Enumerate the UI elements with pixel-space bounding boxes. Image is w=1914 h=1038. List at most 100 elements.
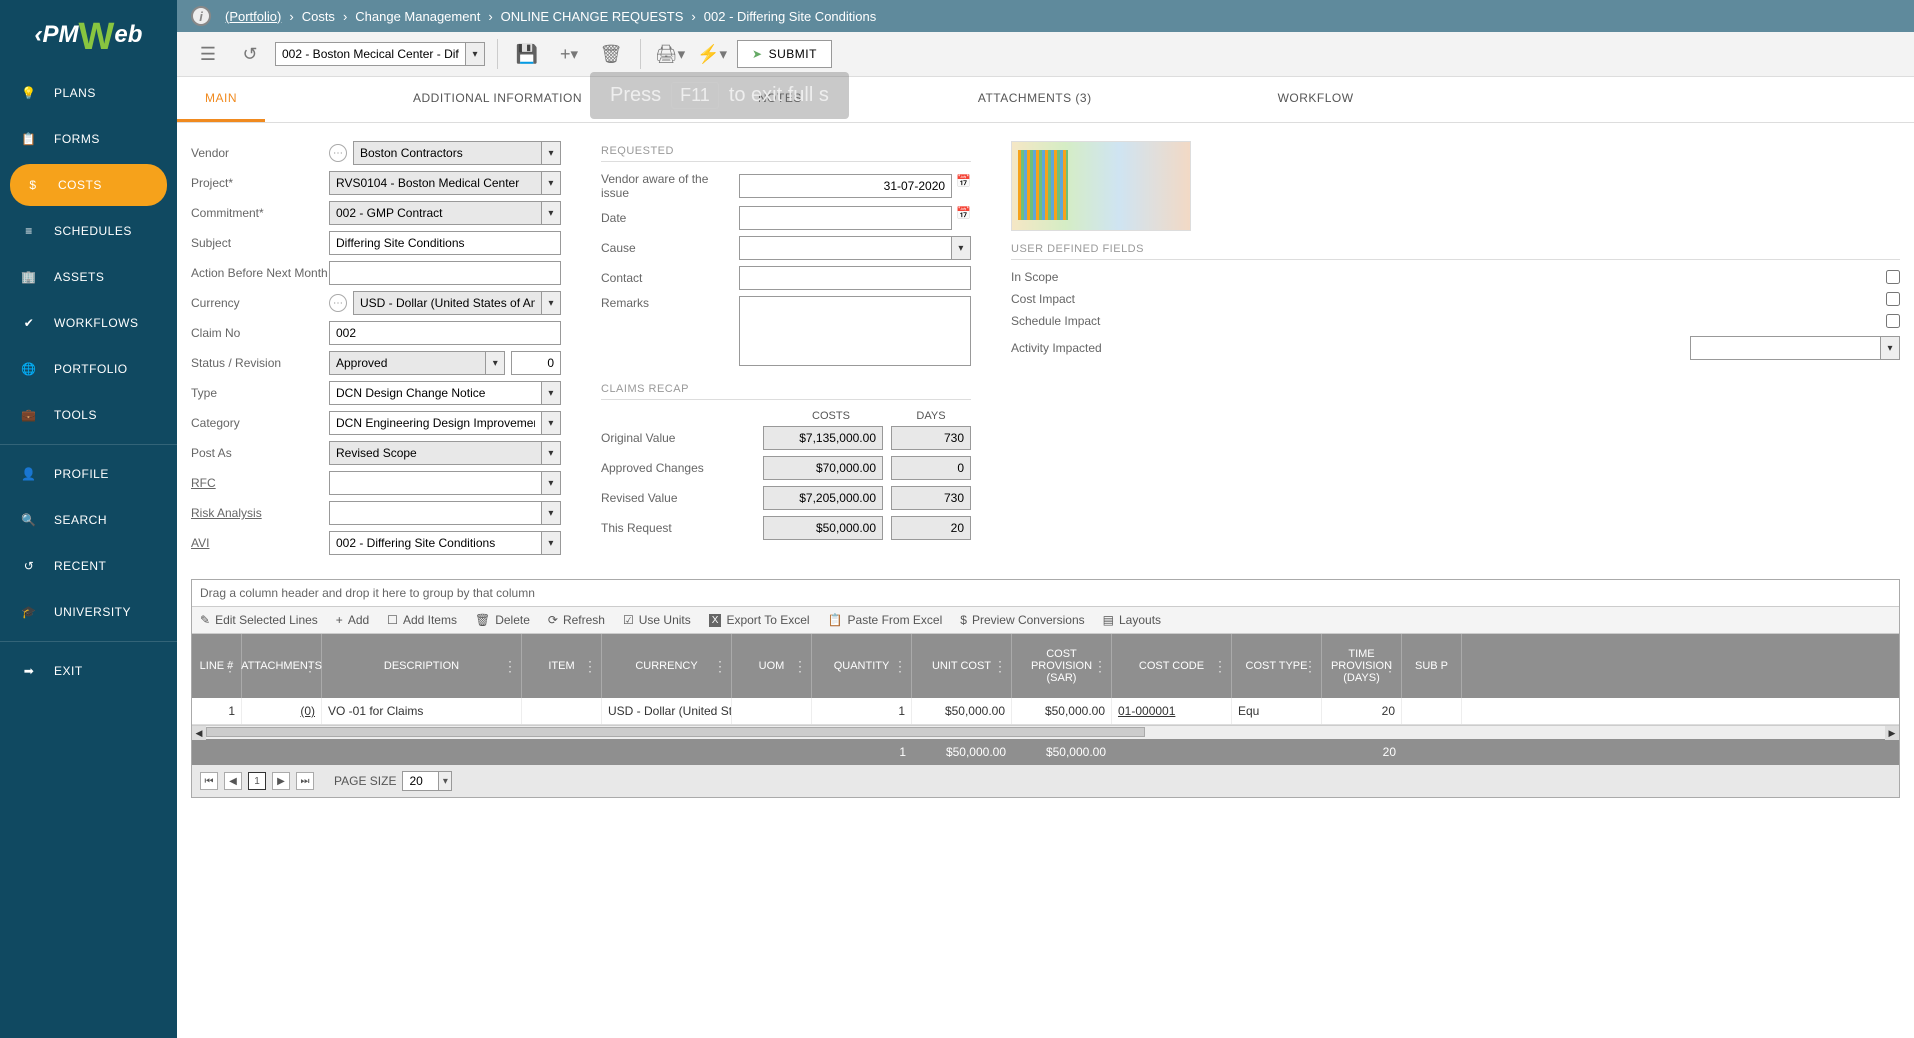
cost-impact-checkbox[interactable]	[1886, 292, 1900, 306]
sidebar-item-costs[interactable]: $COSTS	[10, 164, 167, 206]
risk-field[interactable]	[329, 501, 541, 525]
cell-attachments[interactable]: (0)	[242, 698, 322, 724]
col-sub[interactable]: SUB P	[1402, 634, 1462, 698]
bolt-icon[interactable]: ⚡▾	[695, 38, 729, 70]
pager-prev-icon[interactable]: ◀	[224, 772, 242, 790]
type-field[interactable]	[329, 381, 541, 405]
save-icon[interactable]: 💾	[510, 38, 544, 70]
avi-field[interactable]	[329, 531, 541, 555]
pager-next-icon[interactable]: ▶	[272, 772, 290, 790]
chevron-down-icon[interactable]: ▾	[541, 471, 561, 495]
preview-conversions-button[interactable]: $Preview Conversions	[960, 613, 1084, 627]
col-unit-cost[interactable]: UNIT COST⋮	[912, 634, 1012, 698]
chevron-down-icon[interactable]: ▾	[541, 441, 561, 465]
edit-lines-button[interactable]: ✎Edit Selected Lines	[200, 613, 318, 627]
col-cost-provision[interactable]: COST PROVISION (SAR)⋮	[1012, 634, 1112, 698]
col-item[interactable]: ITEM⋮	[522, 634, 602, 698]
col-attachments[interactable]: ATTACHMENTS⋮	[242, 634, 322, 698]
in-scope-checkbox[interactable]	[1886, 270, 1900, 284]
pager-last-icon[interactable]: ⏭	[296, 772, 314, 790]
sidebar-item-search[interactable]: 🔍SEARCH	[0, 497, 177, 543]
contact-field[interactable]	[739, 266, 971, 290]
tab-workflow[interactable]: WORKFLOW	[1250, 77, 1382, 122]
chevron-down-icon[interactable]: ▾	[541, 141, 561, 165]
col-quantity[interactable]: QUANTITY⋮	[812, 634, 912, 698]
record-selector-input[interactable]	[275, 42, 465, 66]
sidebar-item-tools[interactable]: 💼TOOLS	[0, 392, 177, 438]
post-as-field[interactable]	[329, 441, 541, 465]
tab-main[interactable]: MAIN	[177, 77, 265, 122]
activity-impacted-field[interactable]	[1690, 336, 1880, 360]
chevron-down-icon[interactable]: ▾	[541, 501, 561, 525]
delete-button[interactable]: 🗑Delete	[475, 613, 530, 627]
col-cost-code[interactable]: COST CODE⋮	[1112, 634, 1232, 698]
tab-attachments[interactable]: ATTACHMENTS (3)	[950, 77, 1120, 122]
remarks-field[interactable]	[739, 296, 971, 366]
sidebar-item-schedules[interactable]: ≡SCHEDULES	[0, 208, 177, 254]
breadcrumb-root[interactable]: (Portfolio)	[225, 9, 281, 24]
sidebar-item-recent[interactable]: ↺RECENT	[0, 543, 177, 589]
paste-excel-button[interactable]: 📋Paste From Excel	[828, 613, 943, 627]
chevron-down-icon[interactable]: ▾	[951, 236, 971, 260]
cause-field[interactable]	[739, 236, 951, 260]
subject-field[interactable]	[329, 231, 561, 255]
col-cost-type[interactable]: COST TYPE⋮	[1232, 634, 1322, 698]
chevron-down-icon[interactable]: ▾	[541, 291, 561, 315]
ellipsis-icon[interactable]: ⋯	[329, 294, 347, 312]
status-field[interactable]	[329, 351, 485, 375]
submit-button[interactable]: ➤SUBMIT	[737, 40, 832, 68]
project-field[interactable]	[329, 171, 541, 195]
sidebar-item-profile[interactable]: 👤PROFILE	[0, 451, 177, 497]
category-field[interactable]	[329, 411, 541, 435]
chevron-down-icon[interactable]: ▾	[1880, 336, 1900, 360]
calendar-icon[interactable]: 📅	[956, 206, 971, 230]
sidebar-item-plans[interactable]: 💡PLANS	[0, 70, 177, 116]
sidebar-item-portfolio[interactable]: 🌐PORTFOLIO	[0, 346, 177, 392]
print-icon[interactable]: 🖨▾	[653, 38, 687, 70]
scroll-left-icon[interactable]: ◀	[192, 726, 206, 740]
dashboard-thumbnail[interactable]	[1011, 141, 1191, 231]
claim-no-field[interactable]	[329, 321, 561, 345]
add-button[interactable]: +Add	[336, 613, 369, 627]
chevron-down-icon[interactable]: ▾	[465, 42, 485, 66]
action-before-field[interactable]	[329, 261, 561, 285]
date-field[interactable]	[739, 206, 952, 230]
layouts-button[interactable]: ▤Layouts	[1103, 613, 1161, 627]
scroll-right-icon[interactable]: ▶	[1885, 726, 1899, 740]
sidebar-item-forms[interactable]: 📋FORMS	[0, 116, 177, 162]
cell-cost-code[interactable]: 01-000001	[1112, 698, 1232, 724]
col-line[interactable]: LINE #⋮	[192, 634, 242, 698]
breadcrumb-ocr[interactable]: ONLINE CHANGE REQUESTS	[501, 9, 684, 24]
sidebar-item-workflows[interactable]: ✔WORKFLOWS	[0, 300, 177, 346]
col-uom[interactable]: UOM⋮	[732, 634, 812, 698]
chevron-down-icon[interactable]: ▾	[541, 381, 561, 405]
vendor-aware-field[interactable]	[739, 174, 952, 198]
sched-impact-checkbox[interactable]	[1886, 314, 1900, 328]
rfc-field[interactable]	[329, 471, 541, 495]
sidebar-item-university[interactable]: 🎓UNIVERSITY	[0, 589, 177, 635]
chevron-down-icon[interactable]: ▾	[541, 411, 561, 435]
chevron-down-icon[interactable]: ▾	[541, 171, 561, 195]
export-excel-button[interactable]: XExport To Excel	[709, 613, 810, 627]
breadcrumb-change-mgmt[interactable]: Change Management	[355, 9, 480, 24]
use-units-toggle[interactable]: ☑Use Units	[623, 613, 691, 627]
pager-first-icon[interactable]: ⏮	[200, 772, 218, 790]
chevron-down-icon[interactable]: ▾	[541, 531, 561, 555]
record-selector[interactable]: ▾	[275, 42, 485, 66]
table-row[interactable]: 1 (0) VO -01 for Claims USD - Dollar (Un…	[192, 698, 1899, 725]
label-rfc[interactable]: RFC	[191, 476, 329, 490]
chevron-down-icon[interactable]: ▾	[541, 201, 561, 225]
ellipsis-icon[interactable]: ⋯	[329, 144, 347, 162]
grid-hscrollbar[interactable]: ◀ ▶	[192, 725, 1899, 739]
history-icon[interactable]: ↺	[233, 38, 267, 70]
refresh-button[interactable]: ⟳Refresh	[548, 613, 605, 627]
label-avi[interactable]: AVI	[191, 536, 329, 550]
vendor-field[interactable]	[353, 141, 541, 165]
delete-icon[interactable]: 🗑	[594, 38, 628, 70]
page-size-field[interactable]	[402, 771, 438, 791]
col-currency[interactable]: CURRENCY⋮	[602, 634, 732, 698]
grid-group-drop[interactable]: Drag a column header and drop it here to…	[192, 580, 1899, 607]
label-risk[interactable]: Risk Analysis	[191, 506, 329, 520]
tab-additional-info[interactable]: ADDITIONAL INFORMATION	[385, 77, 610, 122]
commitment-field[interactable]	[329, 201, 541, 225]
